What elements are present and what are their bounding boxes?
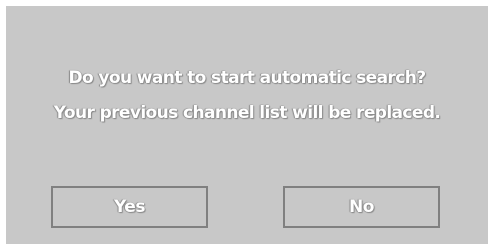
dialog-message-line2: Your previous channel list will be repla… [53,103,441,123]
dialog-message-line1: Do you want to start automatic search? [68,68,427,88]
no-button[interactable]: No [283,186,440,228]
yes-button[interactable]: Yes [51,186,208,228]
confirm-dialog: Do you want to start automatic search? Y… [6,6,488,244]
